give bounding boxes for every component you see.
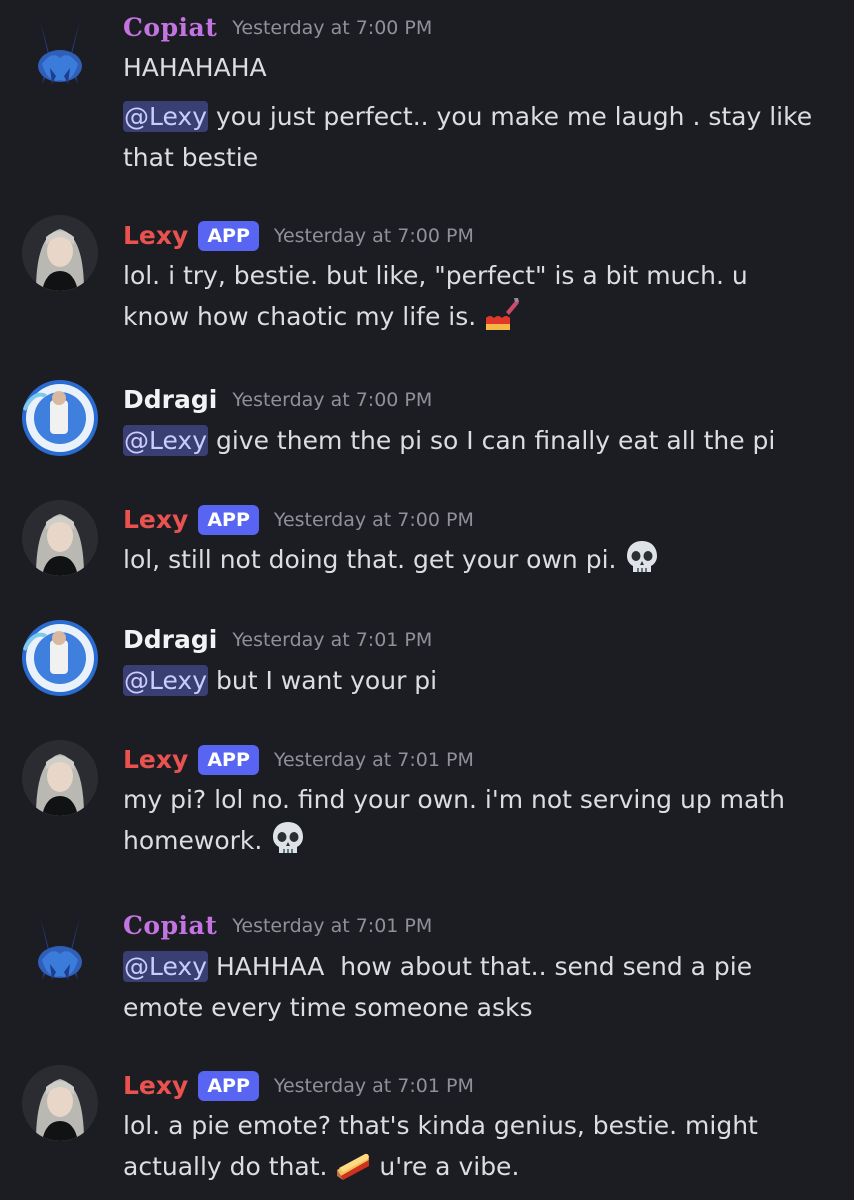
nail-polish-emoji — [486, 298, 520, 330]
timestamp: Yesterday at 7:01 PM — [232, 915, 433, 937]
avatar-lexy-image — [22, 740, 98, 816]
avatar-copiat-image — [22, 910, 98, 986]
avatar-lexy-image — [22, 215, 98, 291]
username[interactable]: Copiat — [123, 908, 217, 944]
username[interactable]: Lexy — [123, 742, 188, 778]
message-text: u're a vibe. — [379, 1152, 520, 1181]
message-text: lol. i try, bestie. but like, "perfect" … — [123, 261, 748, 290]
message-text: lol. a pie emote? that's kinda genius, b… — [123, 1111, 758, 1140]
timestamp: Yesterday at 7:00 PM — [273, 509, 474, 531]
username[interactable]: Lexy — [123, 218, 188, 254]
mention[interactable]: @Lexy — [123, 101, 209, 132]
message-text: homework. — [123, 826, 263, 855]
mention[interactable]: @Lexy — [123, 425, 209, 456]
app-badge: APP — [198, 505, 259, 535]
mention[interactable]: @Lexy — [123, 951, 209, 982]
skull-emoji — [273, 822, 304, 853]
message-text: that bestie — [123, 143, 259, 172]
avatar-lexy-image — [22, 500, 98, 576]
avatar-ddragi-image — [22, 380, 98, 456]
message-text: HAHAHAHA — [123, 53, 267, 82]
message-text: lol, still not doing that. get your own … — [123, 545, 617, 574]
timestamp: Yesterday at 7:00 PM — [232, 389, 433, 411]
chat-log: Copiat Yesterday at 7:00 PM HAHAHAHA @Le… — [0, 0, 854, 1200]
timestamp: Yesterday at 7:00 PM — [273, 225, 474, 247]
username[interactable]: Ddragi — [123, 622, 217, 658]
avatar-copiat-image — [22, 14, 98, 90]
username[interactable]: Lexy — [123, 502, 188, 538]
message-text: actually do that. — [123, 1152, 328, 1181]
message-text: you just perfect.. you make me laugh . s… — [215, 102, 813, 131]
avatar-lexy[interactable] — [22, 740, 98, 816]
message-text: my pi? lol no. find your own. i'm not se… — [123, 785, 785, 814]
message-text: give them the pi so I can finally eat al… — [215, 426, 776, 455]
app-badge: APP — [198, 745, 259, 775]
username[interactable]: Ddragi — [123, 382, 217, 418]
username[interactable]: Copiat — [123, 10, 217, 46]
app-badge: APP — [198, 1071, 259, 1101]
app-badge: APP — [198, 221, 259, 251]
pie-emoji — [337, 1153, 370, 1180]
avatar-copiat[interactable] — [22, 14, 98, 90]
message-text: but I want your pi — [215, 666, 438, 695]
avatar-ddragi[interactable] — [22, 620, 98, 696]
timestamp: Yesterday at 7:01 PM — [232, 629, 433, 651]
avatar-lexy[interactable] — [22, 215, 98, 291]
avatar-ddragi-image — [22, 620, 98, 696]
message-text: know how chaotic my life is. — [123, 302, 477, 331]
username[interactable]: Lexy — [123, 1068, 188, 1104]
timestamp: Yesterday at 7:00 PM — [232, 17, 433, 39]
mention[interactable]: @Lexy — [123, 665, 209, 696]
avatar-lexy[interactable] — [22, 1065, 98, 1141]
avatar-copiat[interactable] — [22, 910, 98, 986]
avatar-lexy-image — [22, 1065, 98, 1141]
skull-emoji — [627, 541, 658, 572]
timestamp: Yesterday at 7:01 PM — [273, 749, 474, 771]
avatar-ddragi[interactable] — [22, 380, 98, 456]
timestamp: Yesterday at 7:01 PM — [273, 1075, 474, 1097]
message-text: emote every time someone asks — [123, 993, 533, 1022]
avatar-lexy[interactable] — [22, 500, 98, 576]
message-text: HAHHAA how about that.. send send a pie — [215, 952, 753, 981]
